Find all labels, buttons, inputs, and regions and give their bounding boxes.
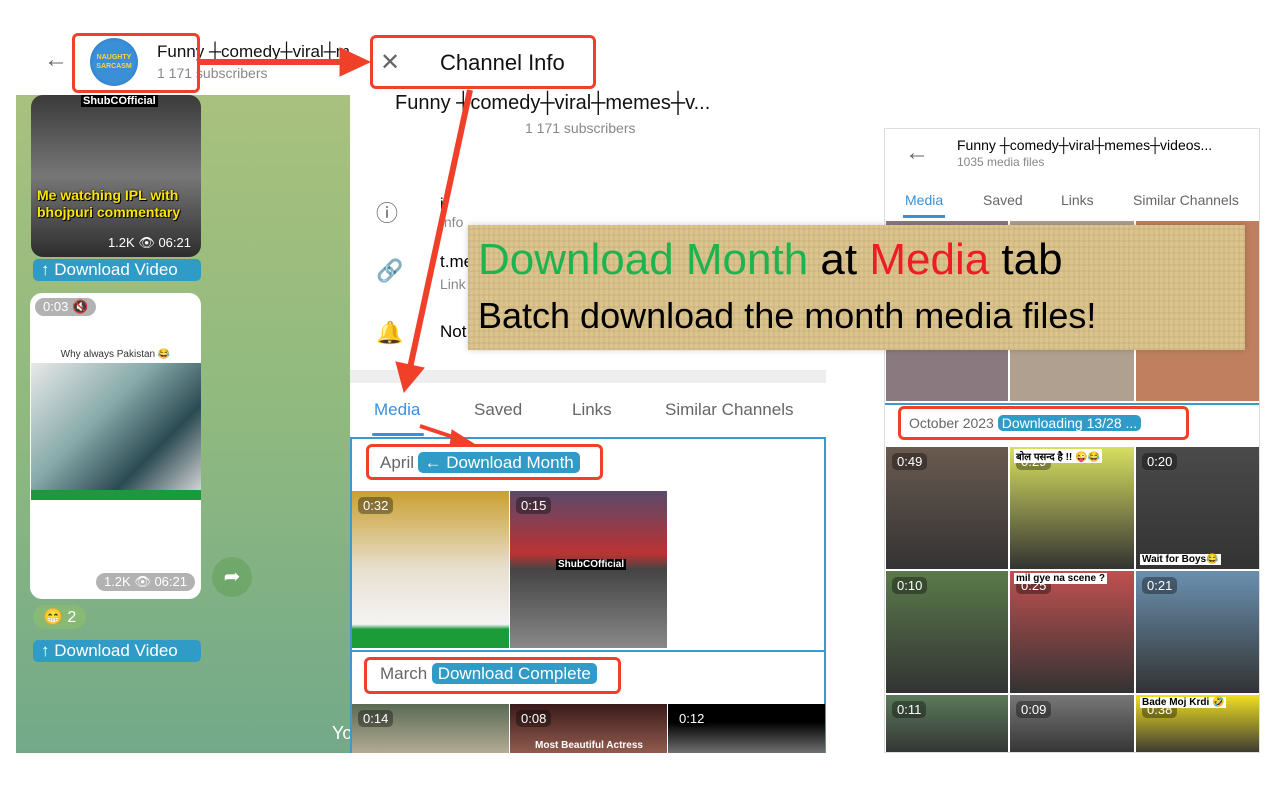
info-icon: ⓘ (376, 196, 398, 228)
highlight-box (366, 444, 603, 480)
eye-icon: 👁 (138, 235, 155, 250)
media-thumbnail[interactable]: 0:12 (668, 704, 825, 753)
thumb-caption: mil gye na scene ? (1014, 573, 1107, 584)
chat-area: ShubCOfficial Me watching IPL with bhojp… (16, 95, 350, 753)
thumb-caption: Most Beautiful Actress (535, 740, 643, 751)
media-thumbnail[interactable]: 0:49 (886, 447, 1008, 569)
reaction-emoji: 😁 (43, 609, 63, 626)
media-thumbnail[interactable]: 0:15 ShubCOfficial (510, 491, 667, 648)
back-arrow-icon[interactable]: ← (44, 46, 68, 74)
video-caption: Me watching IPL with bhojpuri commentary (37, 187, 201, 221)
tab-media[interactable]: Media (905, 192, 943, 208)
highlight-box (370, 35, 596, 89)
video-duration: 0:03 🔇 (35, 298, 96, 316)
duration-badge: 0:14 (358, 710, 393, 727)
message-time: 06:21 (158, 235, 191, 250)
views-time: 1.2K 👁 06:21 (108, 235, 191, 251)
info-value: i (440, 196, 444, 214)
channel-chat-panel: ← NAUGHTYSARCASM Funny ┼comedy┼viral┼mem… (16, 30, 350, 753)
media-thumbnail[interactable]: 0:14 (352, 704, 509, 753)
download-video-button[interactable]: ↑ Download Video (33, 640, 201, 662)
highlight-box (898, 406, 1189, 440)
forward-icon[interactable]: ➦ (212, 557, 252, 597)
thumb-caption: बोल पसन्द है !! 😜😂 (1014, 449, 1102, 463)
headline-green: Download Month (478, 235, 808, 284)
duration-badge: 0:21 (1142, 577, 1177, 594)
duration-badge: 0:15 (516, 497, 551, 514)
watermark: ShubCOfficial (556, 559, 626, 570)
tab-similar-channels[interactable]: Similar Channels (665, 400, 794, 420)
media-thumbnail[interactable]: 0:20 Wait for Boys😂 (1136, 447, 1260, 569)
video-frame (31, 363, 201, 496)
reaction-count: 2 (67, 609, 76, 626)
headline-text: at (808, 235, 869, 284)
duration-badge: 0:20 (1142, 453, 1177, 470)
tab-links[interactable]: Links (1061, 192, 1094, 208)
tab-similar-channels[interactable]: Similar Channels (1133, 192, 1239, 208)
tab-saved[interactable]: Saved (474, 400, 522, 420)
media-thumbnail[interactable]: 0:11 (886, 695, 1008, 753)
duration-badge: 0:32 (358, 497, 393, 514)
banner-headline: Download Month at Media tab (478, 235, 1063, 285)
bell-icon: 🔔 (376, 320, 403, 346)
media-thumbnail[interactable]: 0:21 (1136, 571, 1260, 693)
active-tab-indicator (372, 433, 424, 436)
highlight-box (364, 657, 621, 694)
reaction-chip[interactable]: 😁 2 (33, 605, 86, 629)
channel-title: Funny ┼comedy┼viral┼memes┼videos... (957, 137, 1212, 153)
media-thumbnail[interactable]: 0:38Bade Moj Krdi 🤣 (1136, 695, 1260, 753)
muted-speaker-icon: 🔇 (72, 299, 88, 314)
duration-badge: 0:49 (892, 453, 927, 470)
video-message[interactable]: ShubCOfficial Me watching IPL with bhojp… (31, 95, 201, 257)
duration-badge: 0:08 (516, 710, 551, 727)
link-icon: 🔗 (376, 258, 403, 284)
duration-badge: 0:11 (892, 701, 926, 718)
message-time: 06:21 (154, 574, 187, 589)
tab-links[interactable]: Links (572, 400, 612, 420)
headline-text: tab (989, 235, 1062, 284)
tab-saved[interactable]: Saved (983, 192, 1023, 208)
duration-text: 0:03 (43, 299, 68, 314)
duration-badge: 0:10 (892, 577, 927, 594)
view-count: 1.2K (104, 574, 131, 589)
subscriber-count: 1 171 subscribers (525, 120, 636, 136)
views-time: 1.2K 👁 06:21 (96, 573, 195, 591)
link-label: Link (440, 276, 466, 292)
watermark: ShubCOfficial (81, 95, 158, 107)
channel-title: Funny ┼comedy┼viral┼memes┼v... (395, 92, 710, 115)
channel-info-panel: ✕ Channel Info Funny ┼comedy┼viral┼memes… (350, 30, 826, 753)
download-video-button[interactable]: ↑ Download Video (33, 259, 201, 281)
video-caption: Why always Pakistan 😂 (30, 349, 201, 360)
video-message[interactable]: 0:03 🔇 Why always Pakistan 😂 1.2K 👁 06:2… (30, 293, 201, 599)
media-thumbnail[interactable]: 0:25mil gye na scene ? (1010, 571, 1134, 693)
headline-red: Media (869, 235, 989, 284)
info-label: Info (440, 214, 463, 230)
back-arrow-icon[interactable]: ← (905, 139, 929, 167)
media-thumbnail[interactable]: 0:08 Most Beautiful Actress (510, 704, 667, 753)
media-thumbnail[interactable]: 0:29बोल पसन्द है !! 😜😂 (1010, 447, 1134, 569)
thumb-caption: Bade Moj Krdi 🤣 (1140, 697, 1226, 708)
media-thumbnail[interactable]: 0:32 (352, 491, 509, 648)
highlight-box (72, 33, 200, 93)
banner-subline: Batch download the month media files! (478, 295, 1096, 337)
tab-media[interactable]: Media (374, 400, 420, 420)
thumb-caption: Wait for Boys😂 (1140, 554, 1221, 565)
media-count: 1035 media files (957, 155, 1044, 169)
duration-badge: 0:09 (1016, 701, 1051, 718)
view-count: 1.2K (108, 235, 135, 250)
notifications-label[interactable]: Not (440, 322, 466, 342)
active-tab-indicator (903, 215, 945, 218)
media-panel: ← Funny ┼comedy┼viral┼memes┼videos... 10… (884, 128, 1260, 753)
divider (350, 370, 826, 383)
duration-badge: 0:12 (674, 710, 709, 727)
promo-banner: Download Month at Media tab Batch downlo… (468, 225, 1245, 350)
media-thumbnail[interactable]: 0:09 (1010, 695, 1134, 753)
composer-hint: Yo (332, 723, 350, 744)
scoreboard (31, 490, 201, 500)
media-thumbnail[interactable]: 0:10 (886, 571, 1008, 693)
